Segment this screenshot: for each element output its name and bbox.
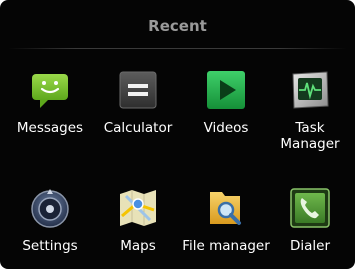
title-divider bbox=[8, 48, 347, 49]
settings-icon bbox=[31, 189, 69, 228]
app-label: Messages bbox=[16, 120, 84, 136]
app-label: Maps bbox=[120, 238, 156, 254]
recent-apps-dialog: Recent Messages Calculator Videos Task M… bbox=[0, 0, 355, 269]
dialer-icon bbox=[290, 188, 330, 228]
app-label: Settings bbox=[22, 238, 78, 254]
app-label: File manager bbox=[182, 238, 270, 254]
app-label: Dialer bbox=[289, 238, 331, 254]
dialog-title: Recent bbox=[148, 17, 207, 35]
app-label: Task Manager bbox=[280, 120, 340, 152]
calculator-icon bbox=[119, 71, 157, 109]
app-label: Calculator bbox=[103, 120, 173, 136]
file-manager-icon bbox=[210, 192, 241, 225]
maps-icon bbox=[120, 190, 156, 226]
videos-icon bbox=[207, 71, 245, 109]
messages-icon bbox=[32, 74, 68, 108]
task-manager-icon bbox=[292, 71, 329, 109]
app-label: Videos bbox=[203, 120, 249, 136]
